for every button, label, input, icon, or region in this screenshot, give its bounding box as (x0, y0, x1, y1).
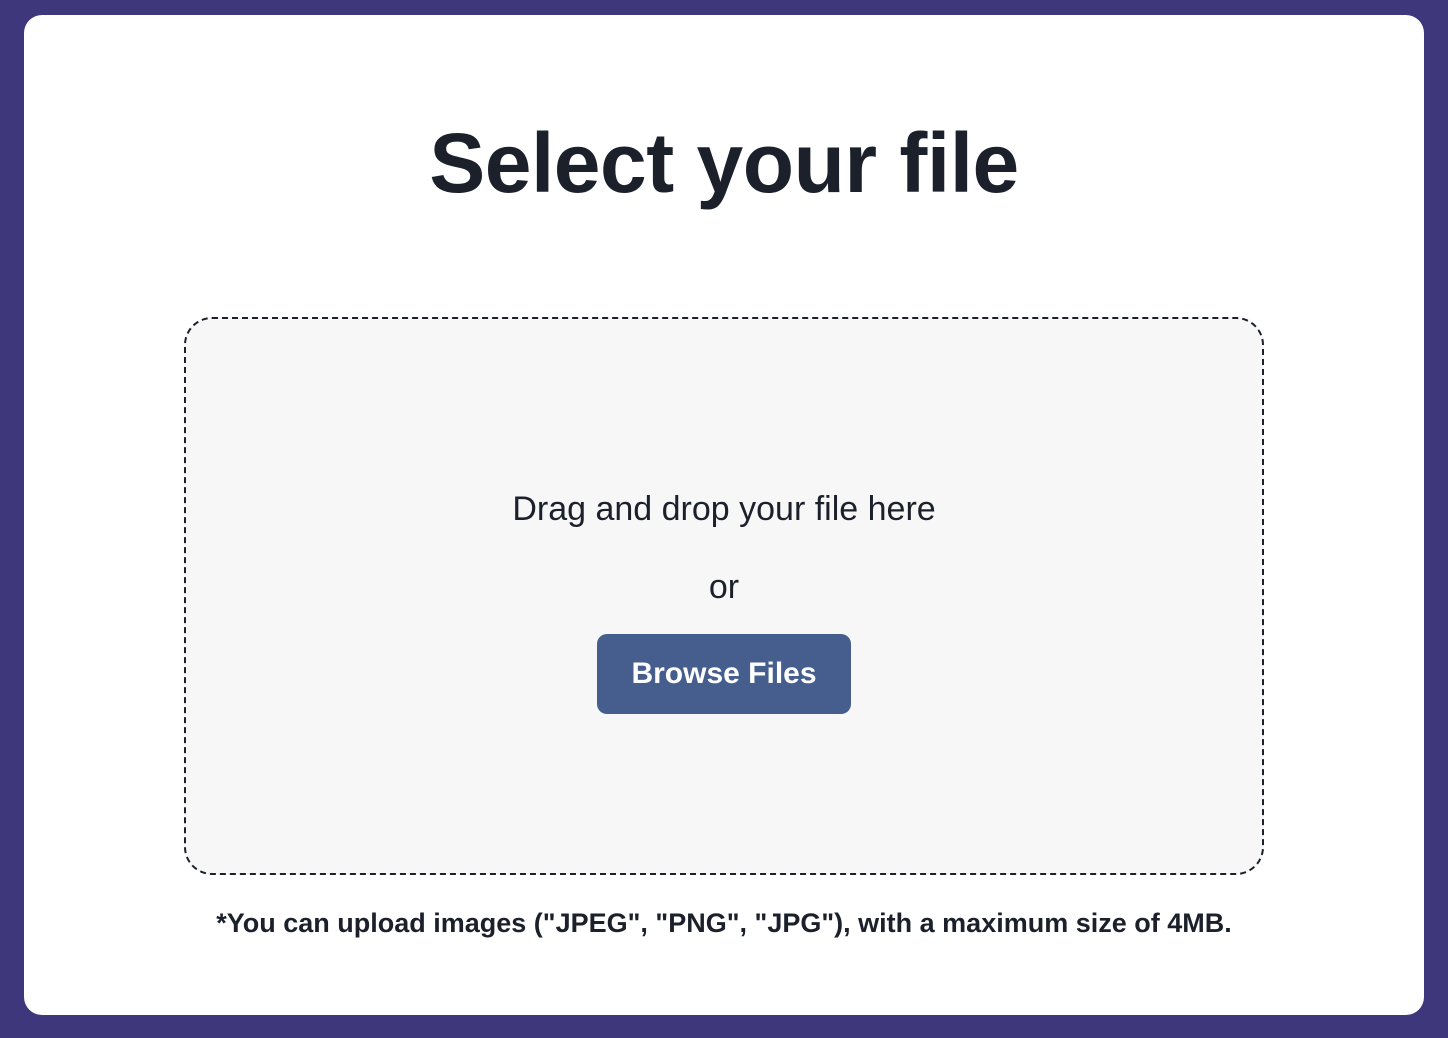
page-title: Select your file (429, 116, 1019, 210)
file-dropzone[interactable]: Drag and drop your file here or Browse F… (184, 317, 1264, 875)
upload-constraints-note: *You can upload images ("JPEG", "PNG", "… (216, 908, 1232, 938)
dropzone-instruction: Drag and drop your file here (512, 490, 936, 528)
dropzone-separator: or (708, 568, 740, 606)
browse-files-button[interactable]: Browse Files (597, 634, 851, 714)
upload-card: Select your file Drag and drop your file… (24, 15, 1424, 1015)
